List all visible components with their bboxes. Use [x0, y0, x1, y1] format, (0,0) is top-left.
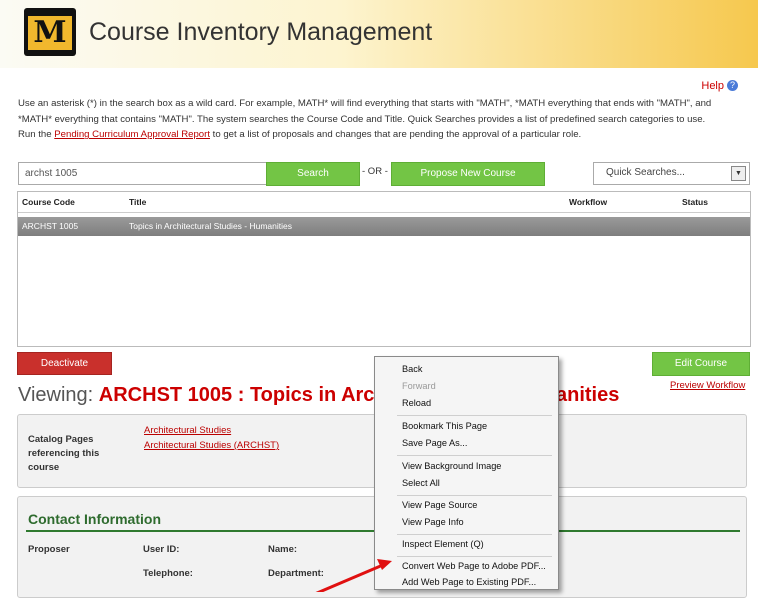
- red-arrow-icon: [315, 559, 392, 592]
- annotation-arrow-overlay: [315, 559, 392, 592]
